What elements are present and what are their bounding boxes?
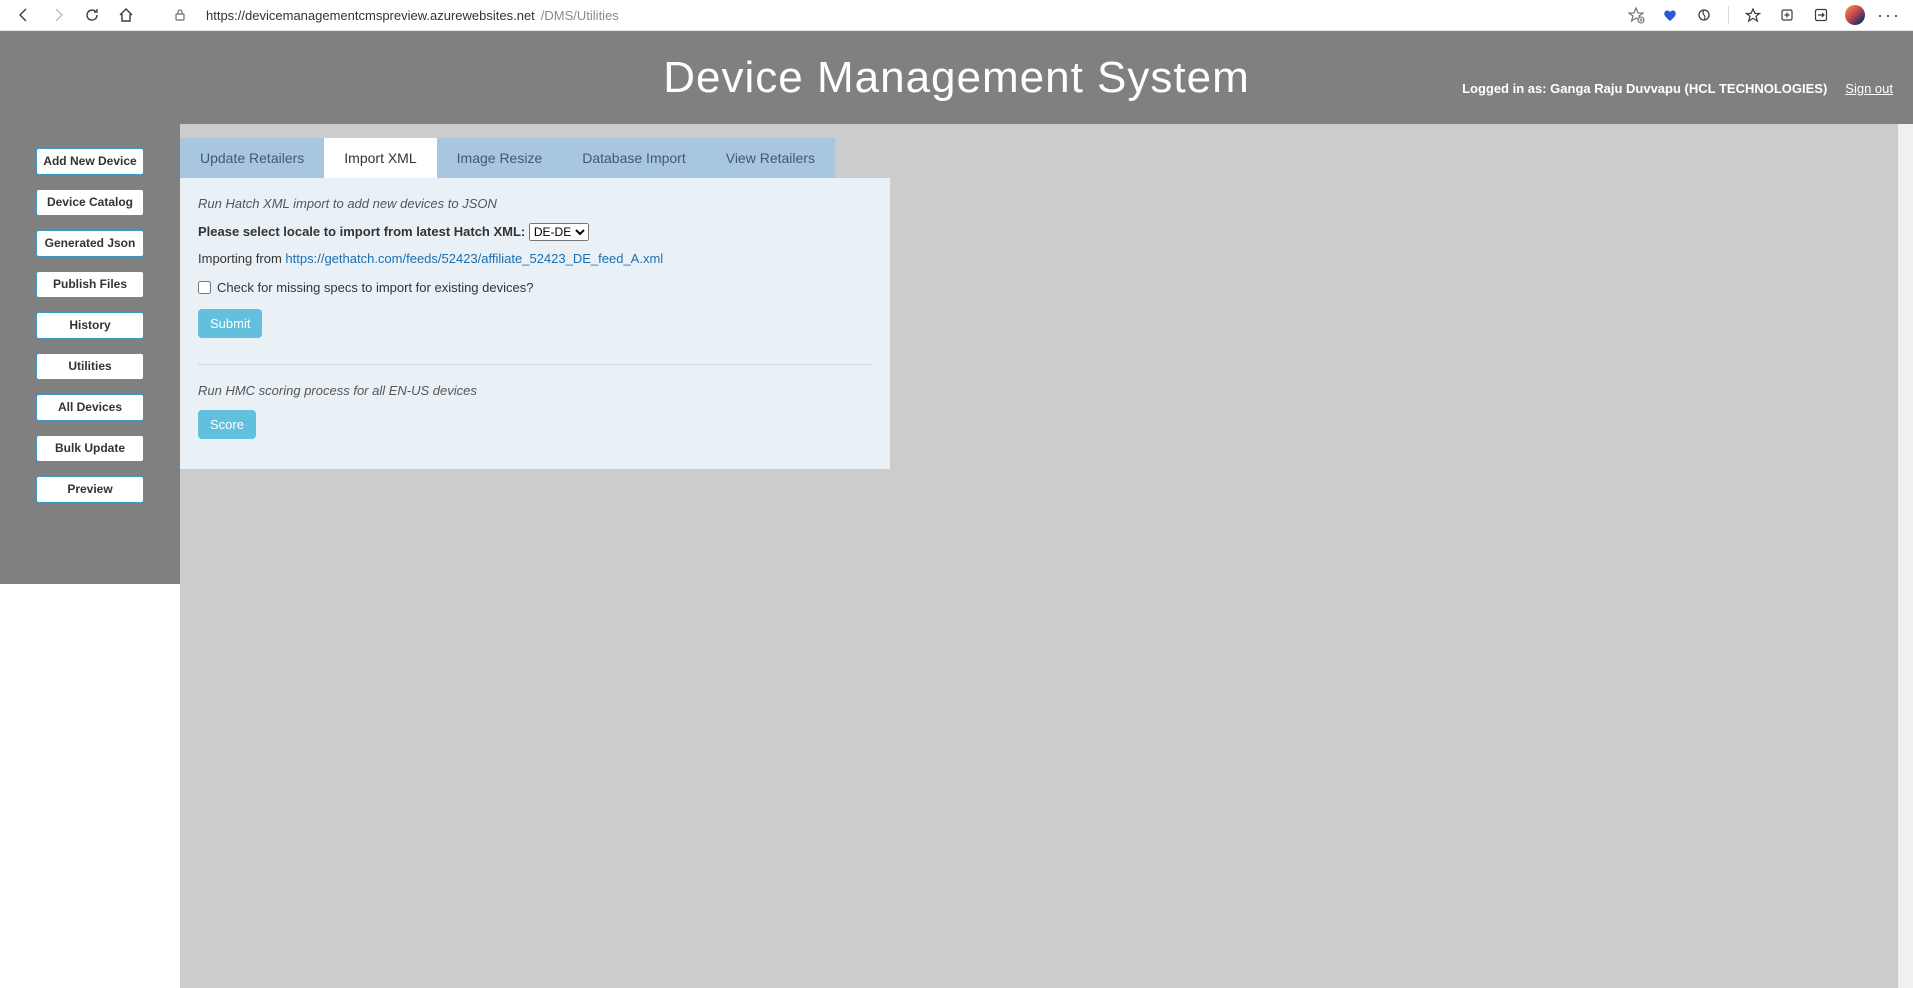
- tab-import-xml[interactable]: Import XML: [324, 138, 436, 178]
- submit-button[interactable]: Submit: [198, 309, 262, 338]
- avatar[interactable]: [1841, 1, 1869, 29]
- page-header: Device Management System Logged in as: G…: [0, 31, 1913, 124]
- address-bar[interactable]: https://devicemanagementcmspreview.azure…: [200, 8, 1616, 23]
- locale-select[interactable]: DE-DE: [529, 223, 589, 241]
- browser-toolbar: https://devicemanagementcmspreview.azure…: [0, 0, 1913, 31]
- star-setting-icon[interactable]: [1622, 1, 1650, 29]
- score-description: Run HMC scoring process for all EN-US de…: [198, 383, 872, 398]
- sidebar-item-history[interactable]: History: [36, 312, 144, 339]
- heart-icon[interactable]: [1656, 1, 1684, 29]
- locale-label: Please select locale to import from late…: [198, 224, 525, 239]
- toolbar-divider: [1728, 6, 1729, 24]
- sidebar-item-preview[interactable]: Preview: [36, 476, 144, 503]
- tab-view-retailers[interactable]: View Retailers: [706, 138, 835, 178]
- sidebar-item-bulk-update[interactable]: Bulk Update: [36, 435, 144, 462]
- extension-icon[interactable]: [1690, 1, 1718, 29]
- missing-specs-label: Check for missing specs to import for ex…: [217, 280, 533, 295]
- import-xml-panel: Run Hatch XML import to add new devices …: [180, 178, 890, 469]
- back-icon[interactable]: [10, 1, 38, 29]
- url-prefix: https://: [206, 8, 245, 23]
- home-icon[interactable]: [112, 1, 140, 29]
- tab-update-retailers[interactable]: Update Retailers: [180, 138, 324, 178]
- url-domain: devicemanagementcmspreview.azurewebsites…: [245, 8, 535, 23]
- missing-specs-checkbox[interactable]: [198, 281, 211, 294]
- favorites-icon[interactable]: [1739, 1, 1767, 29]
- sign-out-link[interactable]: Sign out: [1845, 81, 1893, 96]
- forward-icon: [44, 1, 72, 29]
- sidebar-item-add-new-device[interactable]: Add New Device: [36, 148, 144, 175]
- sidebar-item-generated-json[interactable]: Generated Json: [36, 230, 144, 257]
- logged-in-label: Logged in as: Ganga Raju Duvvapu (HCL TE…: [1462, 81, 1827, 96]
- more-icon[interactable]: ···: [1875, 1, 1903, 29]
- scrollbar[interactable]: [1898, 124, 1913, 988]
- refresh-icon[interactable]: [78, 1, 106, 29]
- lock-icon[interactable]: [166, 1, 194, 29]
- sidebar-item-utilities[interactable]: Utilities: [36, 353, 144, 380]
- tabs: Update Retailers Import XML Image Resize…: [180, 138, 1898, 178]
- content-area: Update Retailers Import XML Image Resize…: [180, 124, 1898, 988]
- importing-label: Importing from: [198, 251, 285, 266]
- share-icon[interactable]: [1807, 1, 1835, 29]
- url-path: /DMS/Utilities: [541, 8, 619, 23]
- score-button[interactable]: Score: [198, 410, 256, 439]
- sidebar: Add New Device Device Catalog Generated …: [0, 124, 180, 584]
- import-description: Run Hatch XML import to add new devices …: [198, 196, 872, 211]
- sidebar-item-all-devices[interactable]: All Devices: [36, 394, 144, 421]
- tab-database-import[interactable]: Database Import: [562, 138, 706, 178]
- sidebar-item-device-catalog[interactable]: Device Catalog: [36, 189, 144, 216]
- panel-divider: [198, 364, 872, 365]
- collections-icon[interactable]: [1773, 1, 1801, 29]
- tab-image-resize[interactable]: Image Resize: [437, 138, 563, 178]
- importing-url-link[interactable]: https://gethatch.com/feeds/52423/affilia…: [285, 251, 663, 266]
- sidebar-spacer: [0, 584, 180, 988]
- sidebar-item-publish-files[interactable]: Publish Files: [36, 271, 144, 298]
